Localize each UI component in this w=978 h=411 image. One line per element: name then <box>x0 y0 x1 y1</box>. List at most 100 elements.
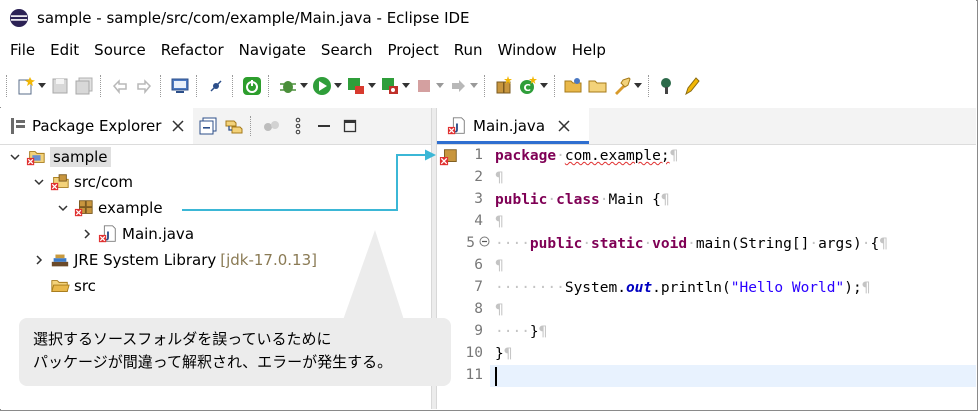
gutter-line: 2 <box>437 167 489 189</box>
open-task-button[interactable] <box>587 75 609 97</box>
method-call: .println( <box>652 280 731 296</box>
run-button[interactable] <box>311 75 333 97</box>
current-line-highlight <box>490 365 976 387</box>
line-number: 3 <box>474 191 483 207</box>
fold-collapse-icon[interactable] <box>479 236 490 247</box>
code-line: ¶ <box>495 258 504 274</box>
menu-source[interactable]: Source <box>94 41 146 59</box>
keyword: static <box>591 236 644 252</box>
chevron-down-icon <box>436 82 444 88</box>
chevron-down-icon <box>470 82 478 88</box>
new-dropdown-arrow[interactable] <box>37 75 47 97</box>
code-editor[interactable]: 1 2 3 4 5 6 7 8 9 10 11 package·com.exam… <box>437 145 976 409</box>
callout-line-1: 選択するソースフォルダを誤っているために <box>33 330 332 348</box>
menu-project[interactable]: Project <box>387 41 438 59</box>
open-brace: { <box>870 236 880 252</box>
save-all-button[interactable] <box>73 75 95 97</box>
package-declaration-error: com.example; <box>564 148 670 164</box>
last-edit-button[interactable] <box>681 75 703 97</box>
toggle-mark-occurrences-button[interactable] <box>657 75 679 97</box>
run-dropdown-arrow[interactable] <box>333 75 343 97</box>
toolbar-grip <box>6 74 8 97</box>
toolbar-separator <box>648 74 650 97</box>
arrow-right-icon <box>452 79 465 92</box>
keyword: public <box>529 236 583 252</box>
save-all-icon <box>75 77 93 94</box>
menu-file[interactable]: File <box>10 41 35 59</box>
menu-edit[interactable]: Edit <box>50 41 79 59</box>
new-java-project-button[interactable] <box>493 75 515 97</box>
active-tab-indicator <box>437 141 589 144</box>
skip-breakpoints-button[interactable] <box>205 75 227 97</box>
redo-icon <box>137 78 152 94</box>
debug-button[interactable] <box>277 75 299 97</box>
tab-main-java[interactable]: J Main.java <box>437 108 589 144</box>
folder-icon <box>588 80 607 92</box>
keyword: void <box>652 236 688 252</box>
window-title: sample - sample/src/com/example/Main.jav… <box>37 9 470 27</box>
toolbar-separator <box>484 74 486 97</box>
debug-dropdown-arrow[interactable] <box>299 75 309 97</box>
tab-label: Main.java <box>473 117 546 135</box>
terminate-server-button[interactable] <box>241 75 263 97</box>
open-console-button[interactable] <box>169 75 191 97</box>
class-declaration: Main { <box>608 192 661 208</box>
line-number: 7 <box>474 279 483 295</box>
code-line: ········System.out.println("Hello World"… <box>495 280 871 296</box>
gutter-separator <box>489 145 490 409</box>
line-number: 5 <box>466 235 475 251</box>
coverage-button[interactable] <box>345 75 367 97</box>
code-line: ¶ <box>495 302 504 318</box>
terminate-dropdown-arrow[interactable] <box>435 75 445 97</box>
package-error-marker-icon[interactable] <box>439 147 459 167</box>
callout-text: 選択するソースフォルダを誤っているために パッケージが間違って解釈され、エラーが… <box>33 328 392 374</box>
toolbar-separator <box>232 74 234 97</box>
menu-run[interactable]: Run <box>454 41 483 59</box>
java-file-error-icon: J <box>447 117 465 135</box>
external-tool-dropdown-arrow[interactable] <box>401 75 411 97</box>
title-bar: sample - sample/src/com/example/Main.jav… <box>0 0 976 36</box>
menu-help[interactable]: Help <box>572 41 606 59</box>
line-number: 10 <box>465 345 483 361</box>
undo-icon <box>112 78 127 94</box>
next-annotation-button[interactable] <box>447 75 469 97</box>
line-number: 2 <box>474 169 483 185</box>
method-signature: main(String[] <box>695 236 810 252</box>
menu-refactor[interactable]: Refactor <box>161 41 224 59</box>
undo-button[interactable] <box>109 75 131 97</box>
run-external-tool-button[interactable] <box>379 75 401 97</box>
search-button[interactable] <box>611 75 633 97</box>
method-params: args) <box>818 236 862 252</box>
menu-window[interactable]: Window <box>498 41 557 59</box>
open-type-button[interactable] <box>563 75 585 97</box>
new-wizard-button[interactable] <box>15 75 37 97</box>
new-class-dropdown-arrow[interactable] <box>539 75 549 97</box>
java-project-icon <box>496 75 512 93</box>
static-field: out <box>625 280 653 296</box>
external-tool-icon <box>382 77 398 94</box>
save-icon <box>52 78 68 93</box>
menu-search[interactable]: Search <box>321 41 373 59</box>
pencil-icon <box>685 76 700 95</box>
terminate-button[interactable] <box>413 75 435 97</box>
main-toolbar: C <box>0 64 976 107</box>
coverage-dropdown-arrow[interactable] <box>367 75 377 97</box>
open-folder-icon <box>564 77 582 92</box>
save-button[interactable] <box>49 75 71 97</box>
line-number: 1 <box>474 147 483 163</box>
svg-text:C: C <box>524 83 531 94</box>
gutter-line: 5 <box>437 233 490 255</box>
line-number: 6 <box>474 257 483 273</box>
text-caret <box>495 367 497 386</box>
code-line: ¶ <box>495 170 504 186</box>
keyword: package <box>495 148 557 164</box>
close-brace: } <box>495 346 504 362</box>
menu-navigate[interactable]: Navigate <box>239 41 306 59</box>
annotation-dropdown-arrow[interactable] <box>469 75 479 97</box>
class-ref: System. <box>564 280 626 296</box>
redo-button[interactable] <box>133 75 155 97</box>
chevron-down-icon <box>540 82 548 88</box>
close-icon[interactable] <box>557 119 571 133</box>
search-dropdown-arrow[interactable] <box>633 75 643 97</box>
new-class-button[interactable]: C <box>517 75 539 97</box>
